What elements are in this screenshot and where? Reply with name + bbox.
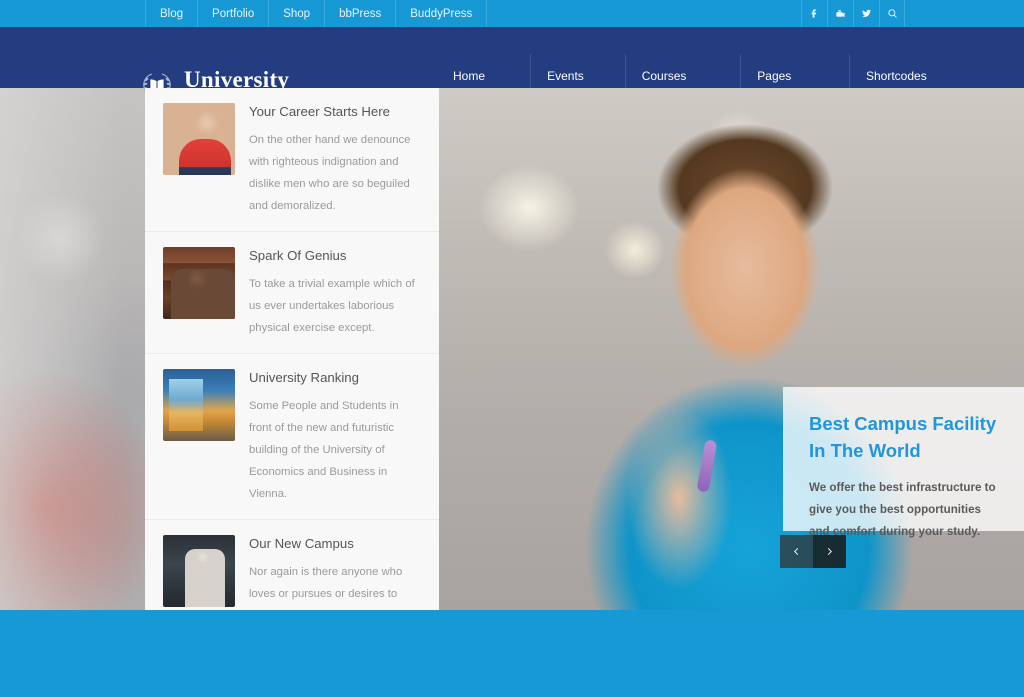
news-thumbnail xyxy=(163,368,235,441)
page-root: Blog Portfolio Shop bbPress BuddyPress U… xyxy=(0,0,1024,697)
top-menu: Blog Portfolio Shop bbPress BuddyPress xyxy=(145,0,488,27)
news-item[interactable]: Your Career Starts Here On the other han… xyxy=(145,88,439,232)
news-excerpt: Some People and Students in front of the… xyxy=(249,399,399,500)
top-menu-item-bbpress[interactable]: bbPress xyxy=(325,0,397,27)
bottom-color-band xyxy=(0,610,1024,697)
hero-caption-text: We offer the best infrastructure to give… xyxy=(809,480,996,538)
facebook-icon[interactable] xyxy=(801,0,827,27)
chevron-left-icon[interactable] xyxy=(780,535,813,568)
news-title[interactable]: Your Career Starts Here xyxy=(249,104,421,120)
top-menu-item-portfolio[interactable]: Portfolio xyxy=(198,0,270,27)
chevron-right-icon[interactable] xyxy=(813,535,846,568)
top-menu-item-blog[interactable]: Blog xyxy=(145,0,199,27)
news-title[interactable]: University Ranking xyxy=(249,370,421,386)
top-utility-bar: Blog Portfolio Shop bbPress BuddyPress xyxy=(0,0,1024,27)
nav-label: Events xyxy=(547,69,584,83)
twitter-icon[interactable] xyxy=(853,0,879,27)
nav-label: Shortcodes xyxy=(866,69,927,83)
news-excerpt: On the other hand we denounce with right… xyxy=(249,133,411,212)
nav-label: Courses xyxy=(641,69,687,83)
top-menu-item-buddypress[interactable]: BuddyPress xyxy=(396,0,488,27)
search-icon[interactable] xyxy=(879,0,905,27)
hero-slider: Best Campus Facility In The World We off… xyxy=(439,88,1024,610)
hero-caption-title: Best Campus Facility In The World xyxy=(809,413,997,461)
news-body: Spark Of Genius To take a trivial exampl… xyxy=(249,247,421,339)
news-thumbnail xyxy=(163,103,235,175)
top-menu-item-shop[interactable]: Shop xyxy=(269,0,326,27)
news-title[interactable]: Our New Campus xyxy=(249,536,421,552)
news-sidebar: Your Career Starts Here On the other han… xyxy=(145,88,439,697)
content-area: Your Career Starts Here On the other han… xyxy=(145,88,1024,697)
news-body: University Ranking Some People and Stude… xyxy=(249,369,421,505)
social-links xyxy=(801,0,905,27)
news-thumbnail xyxy=(163,246,235,319)
youtube-icon[interactable] xyxy=(827,0,853,27)
news-excerpt: To take a trivial example which of us ev… xyxy=(249,277,415,334)
news-title[interactable]: Spark Of Genius xyxy=(249,248,421,264)
news-item[interactable]: University Ranking Some People and Stude… xyxy=(145,354,439,520)
hero-caption: Best Campus Facility In The World We off… xyxy=(783,387,1024,538)
news-item[interactable]: Spark Of Genius To take a trivial exampl… xyxy=(145,232,439,354)
hero-photo-arm xyxy=(609,388,759,610)
news-body: Your Career Starts Here On the other han… xyxy=(249,103,421,217)
nav-label: Pages xyxy=(757,69,792,83)
slider-controls xyxy=(780,535,846,568)
news-thumbnail xyxy=(163,534,235,607)
nav-label: Home xyxy=(453,69,486,83)
site-header: University edu wordpress theme Home All … xyxy=(0,27,1024,115)
